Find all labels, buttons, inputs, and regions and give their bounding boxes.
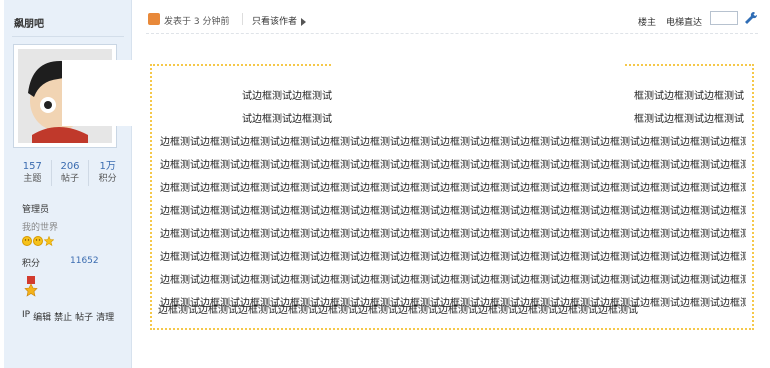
user-subtitle: 我的世界 (22, 223, 59, 233)
post-header: 发表于 3 分钟前 只看该作者 楼主 电梯直达 (146, 10, 758, 32)
stat-posts-label: 帖子 (61, 174, 80, 184)
header-separator (242, 13, 243, 25)
medal-icon[interactable] (24, 276, 38, 302)
stat-threads-count: 157 (22, 161, 42, 172)
user-sidebar: 飙朋吧 157 主题 206 帖子 1万 积分 管理员 我的世界 积分 1165… (4, 0, 136, 368)
only-author-link[interactable]: 只看该作者 (252, 14, 307, 27)
user-role[interactable]: 管理员 (22, 202, 49, 215)
username[interactable]: 飙朋吧 (14, 15, 44, 30)
post-line: 边框测试边框测试边框测试边框测试边框测试边框测试边框测试边框测试边框测试边框测试… (160, 275, 746, 286)
floor-owner-label: 楼主 (638, 18, 657, 28)
post-body: 试边框测试边框测试 框测试边框测试边框测试 试边框测试边框测试 框测试边框测试边… (152, 66, 752, 328)
post-line: 边框测试边框测试边框测试边框测试边框测试边框测试边框测试边框测试边框测试边框测试… (160, 137, 746, 148)
admin-link-clean[interactable]: 清理 (96, 310, 114, 323)
post-line: 试边框测试边框测试 (242, 91, 332, 102)
score-value: 11652 (70, 256, 99, 266)
post-line: 边框测试边框测试边框测试边框测试边框测试边框测试边框测试边框测试边框测试边框测试… (160, 206, 746, 217)
stat-threads-label: 主题 (23, 174, 42, 184)
user-stats: 157 主题 206 帖子 1万 积分 (14, 160, 126, 186)
post-line: 边框测试边框测试边框测试边框测试边框测试边框测试边框测试边框测试边框测试边框测试… (160, 229, 746, 240)
admin-link-ban[interactable]: 禁止 (54, 310, 72, 323)
post-line: 试边框测试边框测试 (242, 114, 332, 125)
post-line: 边框测试边框测试边框测试边框测试边框测试边框测试边框测试边框测试边框测试边框测试… (160, 183, 746, 194)
only-author-label: 只看该作者 (252, 17, 298, 27)
post-time-icon (148, 13, 160, 25)
score-row: 积分 11652 (22, 256, 122, 269)
stat-threads[interactable]: 157 主题 (14, 160, 52, 186)
admin-link-posts[interactable]: 帖子 (75, 310, 93, 323)
post-time: 发表于 3 分钟前 (164, 17, 230, 27)
stat-points[interactable]: 1万 积分 (89, 160, 126, 186)
level-star-icon (44, 236, 54, 246)
stat-points-label: 积分 (98, 174, 117, 184)
post-line: 框测试边框测试边框测试 (634, 91, 744, 102)
post-content-box: 试边框测试边框测试 框测试边框测试边框测试 试边框测试边框测试 框测试边框测试边… (150, 64, 754, 330)
post-last-line: 边框测试边框测试边框测试边框测试边框测试边框测试边框测试边框测试边框测试边框测试… (158, 305, 638, 316)
stat-posts[interactable]: 206 帖子 (52, 160, 90, 186)
score-label: 积分 (22, 259, 41, 269)
header-divider (146, 33, 758, 34)
post-line: 边框测试边框测试边框测试边框测试边框测试边框测试边框测试边框测试边框测试边框测试… (160, 252, 746, 263)
avatar-mask (62, 60, 136, 126)
admin-links: IP 编辑 禁止 帖子 清理 (22, 310, 114, 323)
elevator-label: 电梯直达 (666, 18, 703, 28)
stat-posts-count: 206 (60, 161, 80, 172)
floor-jump-input[interactable] (710, 11, 738, 25)
level-sun-icon (33, 236, 43, 246)
level-sun-icon (22, 236, 32, 246)
sidebar-divider (12, 36, 124, 37)
stat-points-count: 1万 (99, 161, 116, 172)
level-icons (22, 236, 54, 246)
admin-link-ip[interactable]: IP (22, 310, 30, 323)
post-line: 边框测试边框测试边框测试边框测试边框测试边框测试边框测试边框测试边框测试边框测试… (160, 160, 746, 171)
post-line: 框测试边框测试边框测试 (634, 114, 744, 125)
wrench-icon[interactable] (744, 10, 758, 29)
admin-link-edit[interactable]: 编辑 (33, 310, 51, 323)
caret-right-icon (301, 17, 307, 26)
